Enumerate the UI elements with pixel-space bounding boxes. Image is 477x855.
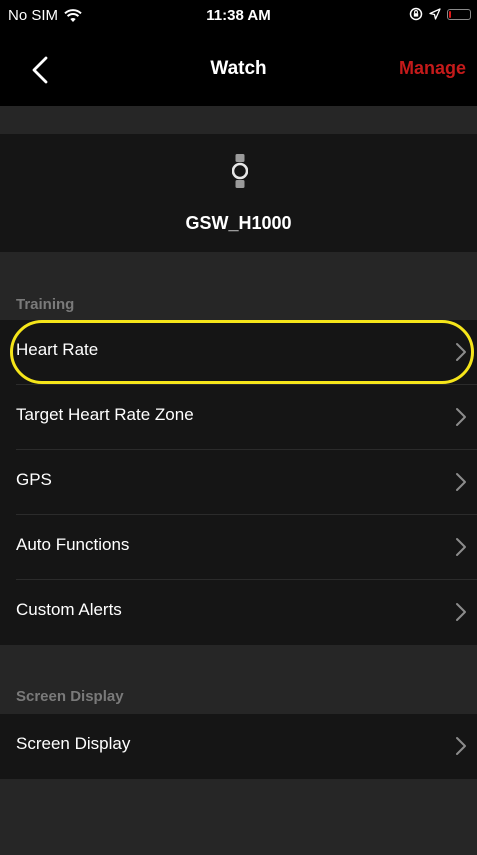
location-arrow-icon — [429, 8, 441, 20]
list-item-auto-functions[interactable]: Auto Functions — [0, 515, 477, 580]
section-header-screen-display: Screen Display — [16, 688, 124, 705]
list-item-heart-rate[interactable]: Heart Rate — [0, 320, 477, 385]
training-list: Heart Rate Target Heart Rate Zone GPS Au… — [0, 320, 477, 645]
status-right — [409, 7, 471, 21]
watch-icon — [232, 154, 248, 188]
screen-display-list: Screen Display — [0, 714, 477, 779]
watch-settings-screen: No SIM 11:38 AM Watch Manage GSW_H1000 T… — [0, 0, 477, 855]
list-item-gps[interactable]: GPS — [0, 450, 477, 515]
list-item-label: Heart Rate — [16, 340, 99, 359]
status-time: 11:38 AM — [206, 7, 271, 24]
list-item-label: Auto Functions — [16, 535, 130, 554]
list-item-screen-display[interactable]: Screen Display — [0, 714, 477, 779]
chevron-right-icon — [456, 538, 466, 556]
list-item-target-heart-rate-zone[interactable]: Target Heart Rate Zone — [0, 385, 477, 450]
chevron-right-icon — [456, 343, 466, 361]
status-bar: No SIM 11:38 AM — [0, 0, 477, 36]
chevron-right-icon — [456, 737, 466, 755]
list-item-label: Screen Display — [16, 734, 131, 753]
device-card: GSW_H1000 — [0, 134, 477, 252]
chevron-right-icon — [456, 603, 466, 621]
list-item-label: Custom Alerts — [16, 600, 122, 619]
battery-level — [449, 10, 451, 18]
list-item-label: GPS — [16, 470, 52, 489]
manage-button[interactable]: Manage — [399, 58, 466, 79]
chevron-right-icon — [456, 408, 466, 426]
battery-icon — [447, 8, 471, 20]
chevron-right-icon — [456, 473, 466, 491]
list-item-label: Target Heart Rate Zone — [16, 405, 194, 424]
list-item-custom-alerts[interactable]: Custom Alerts — [0, 580, 477, 645]
section-header-training: Training — [16, 296, 75, 313]
orientation-lock-icon — [409, 7, 423, 21]
device-name: GSW_H1000 — [185, 213, 292, 233]
navigation-bar: Watch Manage — [0, 36, 477, 106]
